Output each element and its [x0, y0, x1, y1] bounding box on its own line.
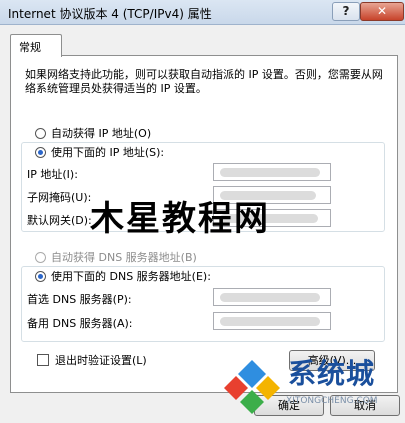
- logo-diamond-icon: [224, 360, 280, 414]
- description-text: 如果网络支持此功能，则可以获取自动指派的 IP 设置。否则，您需要从网络系统管理…: [25, 68, 383, 95]
- alternate-dns-label: 备用 DNS 服务器(A):: [27, 317, 133, 330]
- auto-dns-radio-circle[interactable]: [35, 251, 46, 263]
- logo-url: XITONGCHENG.COM: [286, 396, 378, 406]
- validate-on-exit-checkbox[interactable]: 退出时验证设置(L): [37, 352, 147, 368]
- subnet-mask-label: 子网掩码(U):: [27, 191, 92, 204]
- preferred-dns-label: 首选 DNS 服务器(P):: [27, 293, 132, 306]
- validate-on-exit-label: 退出时验证设置(L): [55, 354, 147, 367]
- site-logo: 系统城 XITONGCHENG.COM: [216, 352, 405, 423]
- auto-ip-radio[interactable]: 自动获得 IP 地址(O): [35, 125, 151, 141]
- ip-address-label: IP 地址(I):: [27, 168, 78, 181]
- manual-dns-radio[interactable]: 使用下面的 DNS 服务器地址(E):: [35, 268, 215, 284]
- auto-dns-radio[interactable]: 自动获得 DNS 服务器地址(B): [35, 249, 197, 265]
- watermark-text: 木星教程网: [90, 199, 270, 239]
- logo-name: 系统城: [288, 357, 376, 390]
- tab-general[interactable]: 常规: [10, 34, 62, 57]
- manual-dns-radio-circle[interactable]: [35, 270, 46, 282]
- help-button[interactable]: ?: [332, 2, 360, 21]
- title-bar: Internet 协议版本 4 (TCP/IPv4) 属性 ? ✕: [0, 0, 405, 25]
- preferred-dns-field[interactable]: [213, 288, 331, 306]
- manual-ip-radio-label: 使用下面的 IP 地址(S):: [51, 146, 165, 159]
- tab-general-label: 常规: [19, 41, 41, 54]
- ip-address-field[interactable]: [213, 163, 331, 181]
- manual-ip-radio-circle[interactable]: [35, 146, 46, 158]
- alternate-dns-field[interactable]: [213, 312, 331, 330]
- auto-ip-radio-label: 自动获得 IP 地址(O): [51, 127, 152, 140]
- preferred-dns-value: [220, 293, 320, 302]
- window-title: Internet 协议版本 4 (TCP/IPv4) 属性: [8, 7, 212, 21]
- close-button[interactable]: ✕: [360, 2, 404, 21]
- auto-ip-radio-circle[interactable]: [35, 127, 46, 139]
- alternate-dns-value: [220, 317, 320, 326]
- manual-ip-radio[interactable]: 使用下面的 IP 地址(S):: [35, 144, 169, 160]
- default-gateway-label: 默认网关(D):: [27, 214, 92, 227]
- ip-address-value: [220, 168, 320, 177]
- validate-on-exit-box[interactable]: [37, 354, 49, 366]
- auto-dns-radio-label: 自动获得 DNS 服务器地址(B): [51, 251, 197, 264]
- manual-dns-radio-label: 使用下面的 DNS 服务器地址(E):: [51, 270, 211, 283]
